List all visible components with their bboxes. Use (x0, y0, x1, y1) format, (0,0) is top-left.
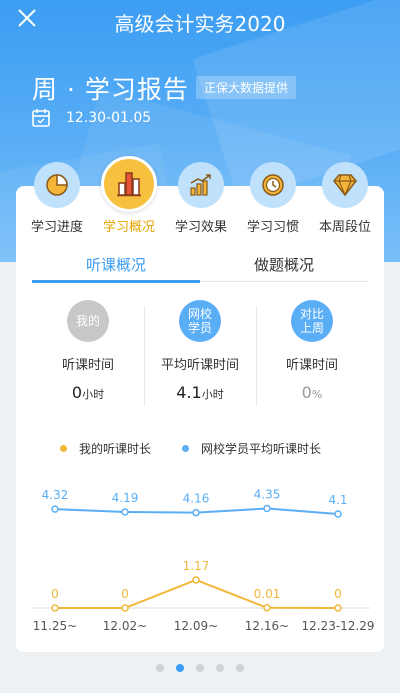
x-tick-label: 12.09~ (174, 619, 218, 633)
legend-label: 网校学员平均听课时长 (201, 442, 322, 456)
tab-label: 学习效果 (174, 220, 227, 235)
legend-label: 我的听课时长 (79, 442, 152, 456)
page-indicator (0, 664, 400, 678)
subtab-active-indicator (32, 280, 200, 283)
stat-week-compare: 对比 上周 听课时间 0% (256, 300, 368, 402)
tab-label: 学习概况 (102, 220, 155, 235)
mine-series-point (51, 604, 59, 612)
stat-my-time: 我的 听课时间 0小时 (32, 300, 144, 402)
chart-legend: 我的听课时长 网校学员平均听课时长 (0, 440, 400, 460)
stat-value: 0% (256, 383, 368, 402)
tab-label: 学习习惯 (246, 220, 299, 235)
bar-chart-icon (117, 172, 141, 197)
legend-mine: 我的听课时长 (60, 440, 151, 457)
mine-series-value-label: 0.01 (254, 587, 281, 601)
mine-series-point (334, 604, 342, 612)
stat-value: 4.1小时 (144, 383, 256, 402)
my-badge: 我的 (67, 300, 109, 342)
average-series-point (121, 508, 129, 516)
subtab-listening[interactable]: 听课概况 (32, 248, 200, 282)
calendar-icon (32, 109, 50, 127)
stat-value: 0小时 (32, 383, 144, 402)
stat-number: 4.1 (176, 383, 202, 402)
app-title: 高级会计实务2020 (114, 12, 286, 36)
average-series-value-label: 4.32 (42, 488, 69, 502)
clock-icon (262, 174, 284, 196)
stat-unit: 小时 (82, 388, 105, 401)
tab-label: 学习进度 (30, 220, 83, 235)
x-tick-label: 12.16~ (245, 619, 289, 633)
stat-number: 0 (301, 383, 312, 402)
mine-series (55, 578, 339, 609)
average-series-value-label: 4.16 (183, 492, 210, 506)
stat-number: 0 (71, 383, 83, 402)
diamond-icon (333, 174, 357, 197)
provider-badge: 正保大数据提供 (196, 76, 297, 99)
report-title: 周 · 学习报告 (32, 75, 189, 104)
average-series-point (192, 508, 200, 517)
x-tick-label: 12.23-12.29 (301, 619, 374, 633)
legend-average: 网校学员平均听课时长 (182, 440, 321, 457)
average-series-point (51, 505, 59, 513)
average-series-point (263, 504, 271, 513)
date-range: 12.30-01.05 (66, 110, 152, 126)
average-badge: 网校 学员 (179, 300, 221, 342)
stat-unit: 小时 (201, 388, 224, 401)
subtab-exercises[interactable]: 做题概况 (200, 248, 368, 282)
mine-series-value-label: 0 (121, 587, 129, 601)
mine-series-value-label: 0 (334, 587, 342, 601)
mine-series-value-label: 1.17 (183, 559, 210, 573)
page-dot[interactable] (176, 664, 184, 672)
badge-text: 对比 上周 (299, 307, 324, 335)
legend-dot (182, 445, 189, 452)
average-series-point (334, 510, 342, 518)
growth-chart-icon (190, 174, 211, 196)
compare-badge: 对比 上周 (291, 300, 333, 342)
page-dot[interactable] (216, 664, 224, 672)
x-tick-label: 11.25~ (33, 619, 77, 633)
mine-series-point (263, 604, 271, 612)
x-tick-label: 12.02~ (103, 619, 147, 633)
pie-chart-icon (46, 174, 68, 196)
page-dot[interactable] (196, 664, 204, 672)
average-series-value-label: 4.1 (328, 493, 347, 507)
stat-unit: % (311, 388, 323, 401)
badge-text: 网校 学员 (187, 307, 212, 335)
stat-label: 听课时间 (61, 358, 114, 373)
listening-line-chart: 4.32 4.19 4.16 4.35 4.1 0 0 1.17 0.01 0 11.25~ 12.0… (32, 488, 375, 633)
stat-average-time: 网校 学员 平均听课时间 4.1小时 (144, 300, 256, 402)
stat-label: 听课时间 (285, 358, 338, 373)
report-tabs: 学习进度 学习概况 学习效果 学习习惯 本周段位 (16, 156, 384, 238)
average-series-value-label: 4.35 (254, 488, 281, 502)
mine-series-point (121, 604, 129, 612)
stat-label: 平均听课时间 (160, 358, 239, 373)
legend-dot (60, 445, 67, 452)
page-dot[interactable] (156, 664, 164, 672)
average-series-value-label: 4.19 (112, 491, 139, 505)
page-dot[interactable] (236, 664, 244, 672)
mine-series-point (192, 576, 200, 584)
mine-series-value-label: 0 (51, 587, 59, 601)
subtab-bar: 听课概况 做题概况 (32, 248, 368, 286)
tab-label: 本周段位 (318, 220, 371, 235)
